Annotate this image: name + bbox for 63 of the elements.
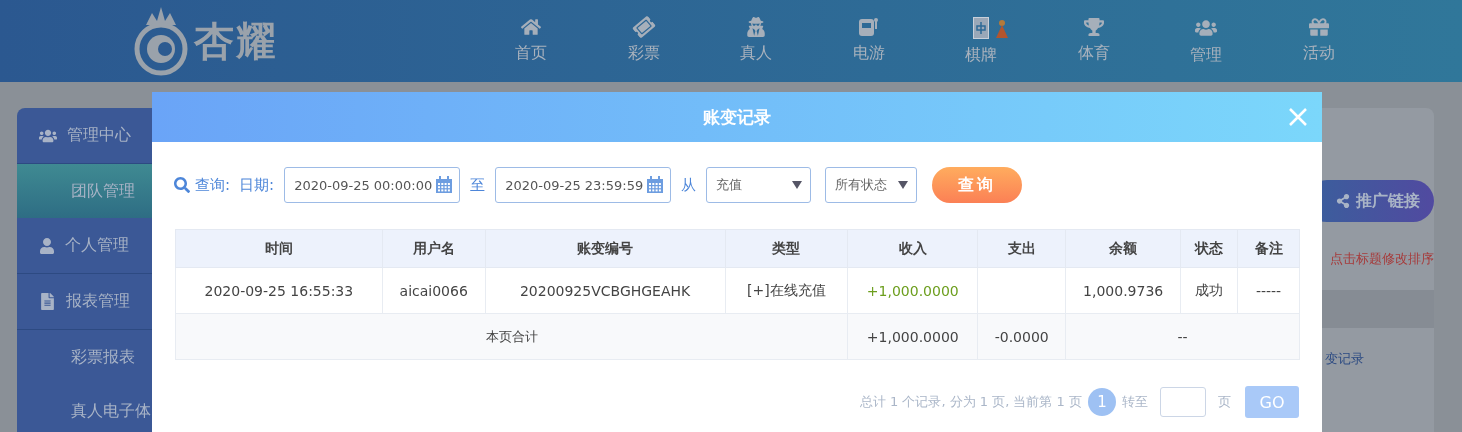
column-header: 状态	[1180, 229, 1238, 268]
logo-text: 杏耀	[194, 16, 278, 66]
close-icon[interactable]	[1288, 107, 1308, 127]
date-label: 日期:	[239, 175, 275, 195]
to-label: 至	[470, 175, 486, 195]
column-header: 备注	[1237, 229, 1300, 268]
calendar-icon[interactable]	[435, 176, 454, 194]
nav-item[interactable]: 棋牌	[925, 16, 1038, 66]
column-header: 时间	[175, 229, 383, 268]
nav-item[interactable]: 活动	[1262, 16, 1375, 66]
calendar-icon[interactable]	[646, 176, 665, 194]
type-select[interactable]: 充值	[706, 167, 812, 203]
pagination-summary: 总计 1 个记录, 分为 1 页, 当前第 1 页	[859, 393, 1082, 411]
table-cell: 2020-09-25 16:55:33	[175, 267, 383, 314]
table-cell: +1,000.0000	[847, 313, 978, 360]
caret-icon	[792, 181, 803, 189]
user-icon	[39, 237, 55, 254]
page-label: 页	[1218, 393, 1231, 411]
from-label: 从	[681, 175, 697, 195]
column-header: 收入	[847, 229, 978, 268]
page-input[interactable]	[1160, 387, 1206, 417]
share-icon	[1336, 194, 1350, 208]
query-button[interactable]: 查询	[932, 167, 1023, 203]
search-icon	[174, 177, 190, 193]
caret-icon	[898, 181, 909, 189]
gift-icon	[1308, 16, 1329, 37]
nav-item[interactable]: 彩票	[587, 16, 700, 66]
go-button[interactable]: GO	[1245, 386, 1299, 418]
home-icon	[521, 16, 542, 37]
table-cell: -0.0000	[977, 313, 1066, 360]
column-header: 用户名	[382, 229, 486, 268]
trophy-icon	[1083, 16, 1104, 37]
nav-item[interactable]: 管理	[1150, 16, 1263, 66]
nav-item[interactable]: 真人	[700, 16, 813, 66]
column-header: 账变编号	[485, 229, 725, 268]
table-cell: aicai0066	[382, 267, 486, 314]
table-cell: 20200925VCBGHGEAHK	[485, 267, 725, 314]
table-cell: -----	[1237, 267, 1300, 314]
table-cell: 1,000.9736	[1065, 267, 1181, 314]
person-icon	[746, 16, 767, 37]
table-cell: [+]在线充值	[725, 267, 848, 314]
mahjong-tile-icon	[973, 16, 990, 39]
column-header: 余额	[1065, 229, 1181, 268]
slot-machine-icon	[857, 16, 880, 37]
date-from-field[interactable]: 2020-09-25 00:00:00	[284, 167, 461, 203]
column-header: 类型	[725, 229, 848, 268]
current-page[interactable]: 1	[1088, 388, 1116, 416]
dialog-title: 账变记录	[703, 105, 771, 129]
nav-item[interactable]: 电游	[812, 16, 925, 66]
column-header: 支出	[977, 229, 1066, 268]
table-cell: 成功	[1180, 267, 1238, 314]
date-to-field[interactable]: 2020-09-25 23:59:59	[495, 167, 672, 203]
table-cell: --	[1065, 313, 1300, 360]
sort-hint: 点击标题修改排序	[1330, 250, 1434, 268]
nav-item[interactable]: 体育	[1037, 16, 1150, 66]
goto-label: 转至	[1122, 393, 1148, 411]
status-select[interactable]: 所有状态	[825, 167, 918, 203]
summary-label: 本页合计	[175, 313, 848, 360]
figure-icon	[995, 18, 1009, 39]
table-cell: +1,000.0000	[847, 267, 978, 314]
document-icon	[39, 293, 56, 310]
query-label: 查询:	[195, 175, 231, 195]
nav-item[interactable]: 首页	[475, 16, 588, 66]
